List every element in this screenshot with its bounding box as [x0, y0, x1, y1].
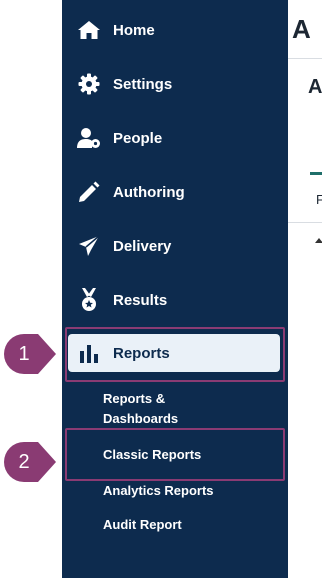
sidebar-item-people[interactable]: People	[62, 120, 288, 156]
active-tab-indicator	[310, 172, 322, 175]
sidebar-item-label: Home	[113, 21, 155, 39]
highlight-box-classic-reports	[65, 428, 285, 481]
sort-arrow-icon[interactable]	[315, 238, 322, 243]
page-title-partial: A	[292, 14, 311, 44]
tab-label-partial[interactable]: F	[316, 192, 322, 207]
sidebar-subitem-analytics-reports[interactable]: Analytics Reports	[103, 481, 214, 501]
sidebar-item-label: Settings	[113, 75, 173, 93]
sidebar-item-settings[interactable]: Settings	[62, 66, 288, 102]
sidebar-item-authoring[interactable]: Authoring	[62, 174, 288, 210]
sidebar-item-label: Results	[113, 291, 168, 309]
sidebar-item-label: Delivery	[113, 237, 172, 255]
tab-divider	[288, 222, 322, 223]
sidebar-subitem-reports-dashboards[interactable]: Reports & Dashboards	[103, 389, 213, 429]
medal-icon	[76, 288, 102, 312]
sidebar-item-label: Authoring	[113, 183, 185, 201]
sidebar-item-label: People	[113, 129, 163, 147]
section-title-partial: A	[308, 76, 322, 98]
callout-number: 1	[18, 342, 30, 365]
highlight-box-reports	[65, 327, 285, 382]
sidebar-item-delivery[interactable]: Delivery	[62, 228, 288, 264]
sidebar-nav: Home Settings People Authoring Delivery …	[62, 0, 288, 578]
callout-number: 2	[18, 450, 30, 473]
callout-badge-2: 2	[4, 442, 56, 482]
home-icon	[76, 18, 102, 42]
paper-plane-icon	[76, 234, 102, 258]
pencil-icon	[76, 180, 102, 204]
sidebar-item-results[interactable]: Results	[62, 282, 288, 318]
callout-badge-1: 1	[4, 334, 56, 374]
sidebar-subitem-audit-report[interactable]: Audit Report	[103, 515, 182, 535]
sidebar-item-home[interactable]: Home	[62, 12, 288, 48]
gear-icon	[76, 72, 102, 96]
people-icon	[76, 126, 102, 150]
